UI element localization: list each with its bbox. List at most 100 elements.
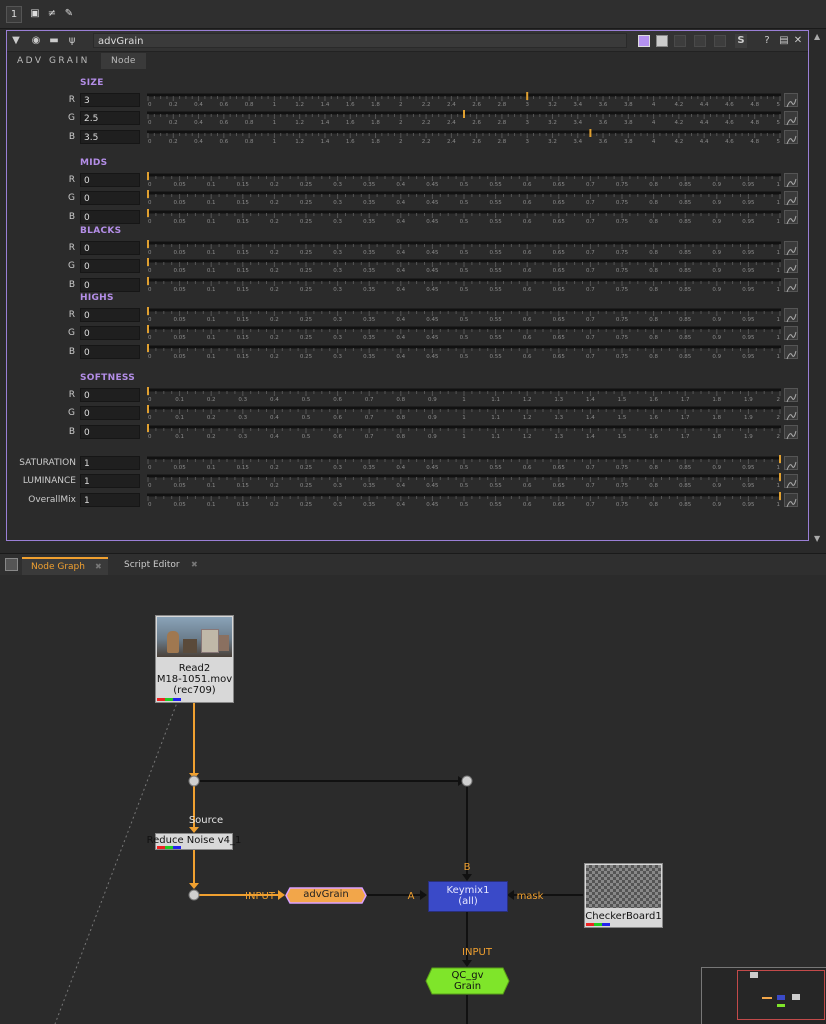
animation-curve-icon[interactable] (784, 492, 798, 507)
slider-track[interactable]: 0 0.05 0.1 0.15 0.2 0.25 0.3 0.35 0.4 0.45 0.5 0.55… (145, 325, 783, 341)
tab-script-editor[interactable]: Script Editor ✖ (116, 557, 206, 573)
slider-track[interactable]: 0 0.2 0.4 0.6 0.8 1 1.2 1.4 1.6 1.8 2 2.2 2.4 2.6 2.8 3… (145, 92, 783, 108)
knob-value-field[interactable]: 1 (80, 492, 140, 507)
slider-track[interactable]: 0 0.05 0.1 0.15 0.2 0.25 0.3 0.35 0.4 0.45 0.5 0.55… (145, 208, 783, 225)
help-icon[interactable]: ? (762, 34, 772, 48)
slider-track[interactable]: 0 0.1 0.2 0.3 0.4 0.5 0.6 0.7 0.8 0.9 1 1.1 1.2 1.3 1.… (145, 423, 783, 440)
animation-curve-icon[interactable] (784, 93, 798, 108)
tick-label: 0.8 (649, 268, 658, 274)
slider-track[interactable]: 0 0.1 0.2 0.3 0.4 0.5 0.6 0.7 0.8 0.9 1 1.1 1.2 1.3 1.… (145, 405, 783, 421)
view-icon[interactable]: ◉ (29, 34, 43, 48)
animation-curve-icon[interactable] (784, 474, 798, 489)
animation-curve-icon[interactable] (784, 406, 798, 421)
tab-close-icon[interactable]: ✖ (95, 559, 102, 575)
animation-curve-icon[interactable] (784, 277, 798, 292)
lock-icon[interactable]: ▣ (28, 7, 42, 20)
slider-track[interactable]: 0 0.05 0.1 0.15 0.2 0.25 0.3 0.35 0.4 0.45 0.5 0.55… (145, 455, 783, 471)
slider-track[interactable]: 0 0.05 0.1 0.15 0.2 0.25 0.3 0.35 0.4 0.45 0.5 0.55… (145, 240, 783, 256)
knob-value-field[interactable]: 2.5 (80, 111, 140, 126)
slider-track[interactable]: 0 0.05 0.1 0.15 0.2 0.25 0.3 0.35 0.4 0.45 0.5 0.55… (145, 276, 783, 293)
expand-icon[interactable]: ≠ (45, 7, 59, 20)
knob-value-field[interactable]: 1 (80, 474, 140, 489)
slider-track[interactable]: 0 0.2 0.4 0.6 0.8 1 1.2 1.4 1.6 1.8 2 2.2 2.4 2.6 2.8 3… (145, 128, 783, 145)
pane-number[interactable]: 1 (6, 6, 22, 23)
slider-track[interactable]: 0 0.1 0.2 0.3 0.4 0.5 0.6 0.7 0.8 0.9 1 1.1 1.2 1.3 1.… (145, 387, 783, 403)
slider-track[interactable]: 0 0.2 0.4 0.6 0.8 1 1.2 1.4 1.6 1.8 2 2.2 2.4 2.6 2.8 3… (145, 110, 783, 126)
node-name-field[interactable]: advGrain (93, 33, 627, 48)
pane-menu-icon[interactable] (5, 558, 18, 571)
slider-track[interactable]: 0 0.05 0.1 0.15 0.2 0.25 0.3 0.35 0.4 0.45 0.5 0.55… (145, 343, 783, 360)
animation-curve-icon[interactable] (784, 173, 798, 188)
knob-value-field[interactable]: 3.5 (80, 129, 140, 144)
tick-label: 0.3 (333, 200, 342, 206)
slider-track[interactable]: 0 0.05 0.1 0.15 0.2 0.25 0.3 0.35 0.4 0.45 0.5 0.55… (145, 491, 783, 508)
knob-value-field[interactable]: 1 (80, 456, 140, 470)
knob-value-field[interactable]: 0 (80, 259, 140, 274)
animation-curve-icon[interactable] (784, 424, 798, 439)
dot-node[interactable] (461, 775, 473, 787)
tab-close-icon[interactable]: ✖ (191, 557, 198, 573)
tick-label: 0.5 (460, 200, 469, 206)
knob-value-field[interactable]: 0 (80, 191, 140, 206)
knob-value-field[interactable]: 0 (80, 424, 140, 439)
slider-track[interactable]: 0 0.05 0.1 0.15 0.2 0.25 0.3 0.35 0.4 0.45 0.5 0.55… (145, 190, 783, 206)
settings-s-icon[interactable]: S (735, 34, 747, 48)
tick-label: 0.95 (742, 317, 755, 323)
knob-label: B (68, 279, 75, 290)
close-icon[interactable]: ✕ (793, 34, 803, 48)
animation-curve-icon[interactable] (784, 308, 798, 323)
knob-value-field[interactable]: 0 (80, 388, 140, 402)
knob-value-field[interactable]: 0 (80, 344, 140, 359)
tick-label: 0.95 (742, 354, 755, 360)
slider-track[interactable]: 0 0.05 0.1 0.15 0.2 0.25 0.3 0.35 0.4 0.45 0.5 0.55… (145, 473, 783, 489)
knob-value-field[interactable]: 0 (80, 406, 140, 421)
node-icon[interactable]: ▬ (47, 34, 61, 48)
knob-value-field[interactable]: 0 (80, 241, 140, 255)
float-icon[interactable]: ▤ (779, 34, 789, 48)
dot-node[interactable] (188, 775, 200, 787)
keymix-node[interactable]: Keymix1 (all) (428, 881, 508, 912)
panel-scrollbar[interactable]: ▲ ▼ (811, 30, 825, 546)
tick-label: 1.7 (681, 415, 690, 421)
animation-curve-icon[interactable] (784, 129, 798, 144)
checkerboard-node[interactable]: CheckerBoard1 (584, 863, 663, 928)
tab-node[interactable]: Node (101, 53, 146, 69)
tick-label: 0.6 (523, 287, 532, 293)
color-swatch-icon[interactable] (638, 35, 650, 47)
mix-icon[interactable] (656, 35, 668, 47)
read-node[interactable]: Read2 M18-1051.mov (rec709) (155, 615, 234, 703)
tick-label: 3.2 (548, 139, 557, 145)
knob-value-field[interactable]: 3 (80, 93, 140, 107)
knob-value-field[interactable]: 0 (80, 209, 140, 224)
tick-label: 0.85 (679, 335, 692, 341)
pencil-icon[interactable]: ✎ (62, 7, 76, 20)
slider-track[interactable]: 0 0.05 0.1 0.15 0.2 0.25 0.3 0.35 0.4 0.45 0.5 0.55… (145, 172, 783, 188)
animation-curve-icon[interactable] (784, 241, 798, 256)
dot-node[interactable] (188, 889, 200, 901)
node-graph[interactable]: Read2 M18-1051.mov (rec709) Source Reduc… (0, 575, 826, 1024)
scroll-down-icon[interactable]: ▼ (814, 534, 820, 543)
knob-value-field[interactable]: 0 (80, 326, 140, 341)
knob-value-field[interactable]: 0 (80, 308, 140, 322)
graph-minimap[interactable] (701, 967, 826, 1024)
animation-curve-icon[interactable] (784, 259, 798, 274)
tick-label: 3.6 (599, 120, 608, 126)
animation-curve-icon[interactable] (784, 209, 798, 224)
scroll-up-icon[interactable]: ▲ (814, 32, 820, 41)
animation-curve-icon[interactable] (784, 326, 798, 341)
wrench-icon[interactable]: ψ (65, 34, 79, 48)
tab-node-graph[interactable]: Node Graph ✖ (22, 557, 108, 575)
slider-track[interactable]: 0 0.05 0.1 0.15 0.2 0.25 0.3 0.35 0.4 0.45 0.5 0.55… (145, 307, 783, 323)
collapse-icon[interactable]: ▼ (10, 34, 22, 48)
knob-value-field[interactable]: 0 (80, 173, 140, 187)
animation-curve-icon[interactable] (784, 456, 798, 471)
animation-curve-icon[interactable] (784, 344, 798, 359)
animation-curve-icon[interactable] (784, 191, 798, 206)
animation-curve-icon[interactable] (784, 388, 798, 403)
slider-track[interactable]: 0 0.05 0.1 0.15 0.2 0.25 0.3 0.35 0.4 0.45 0.5 0.55… (145, 258, 783, 274)
reduce-noise-node[interactable]: Reduce Noise v4_1 (147, 833, 241, 850)
knob-value-field[interactable]: 0 (80, 277, 140, 292)
tick-label: 0.45 (426, 182, 439, 188)
tab-adv-grain[interactable]: ADV GRAIN (17, 53, 90, 69)
animation-curve-icon[interactable] (784, 111, 798, 126)
